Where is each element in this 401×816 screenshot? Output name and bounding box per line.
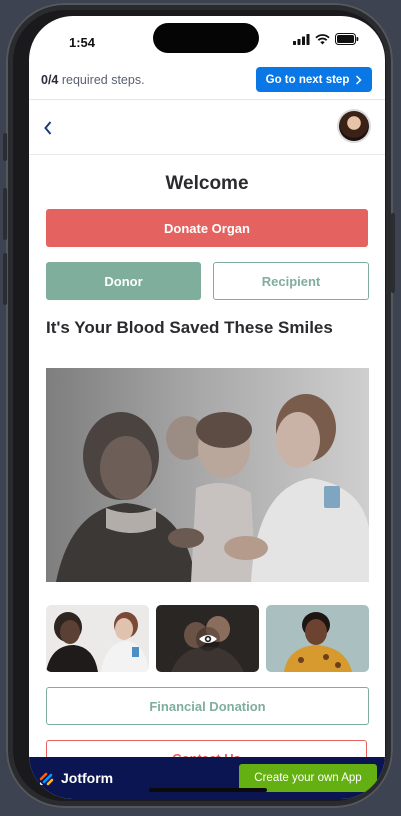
jotform-logo-icon: [39, 772, 54, 786]
headline: It's Your Blood Saved These Smiles: [46, 318, 333, 337]
status-bar: 1:54: [29, 16, 385, 62]
power-button: [391, 213, 395, 293]
required-steps-bar: 0/4 required steps. Go to next step: [29, 63, 385, 100]
donor-button[interactable]: Donor: [46, 262, 201, 300]
app-header: [29, 100, 385, 155]
battery-icon: [335, 33, 359, 45]
home-indicator[interactable]: [149, 788, 267, 792]
steps-label: required steps.: [58, 73, 145, 87]
steps-progress-text: 0/4 required steps.: [41, 73, 145, 87]
gallery-thumb-1[interactable]: [46, 605, 149, 672]
gallery-thumb-2[interactable]: [156, 605, 259, 672]
app-screen: 1:54 0/4 required steps. Go to next step…: [29, 16, 385, 799]
chevron-right-icon: [356, 74, 362, 85]
financial-donation-button[interactable]: Financial Donation: [46, 687, 369, 725]
profile-avatar[interactable]: [339, 111, 369, 141]
go-to-next-step-button[interactable]: Go to next step: [256, 67, 372, 92]
eye-icon: [199, 635, 217, 643]
volume-up-button: [3, 188, 7, 240]
gallery-thumb-3[interactable]: [266, 605, 369, 672]
phone-frame: 1:54 0/4 required steps. Go to next step…: [3, 3, 395, 808]
back-chevron-icon[interactable]: [43, 120, 53, 136]
hero-image[interactable]: [46, 368, 369, 582]
dynamic-island: [153, 23, 259, 53]
volume-down-button: [3, 253, 7, 305]
donate-organ-button[interactable]: Donate Organ: [46, 209, 368, 247]
signal-icon: [293, 33, 310, 45]
hero-photo: [46, 368, 369, 582]
jotform-wordmark: Jotform: [61, 770, 114, 786]
status-time: 1:54: [69, 35, 96, 50]
page-title: Welcome: [165, 173, 249, 194]
mute-switch: [3, 133, 7, 161]
photo-gallery: [46, 605, 369, 673]
next-step-label: Go to next step: [265, 73, 350, 86]
recipient-button[interactable]: Recipient: [213, 262, 369, 300]
jotform-brand[interactable]: Jotform: [39, 770, 113, 786]
jotform-footer-banner: Jotform Create your own App: [29, 757, 385, 799]
status-icons: [293, 33, 359, 45]
steps-count: 0/4: [41, 73, 59, 87]
wifi-icon: [315, 33, 330, 44]
